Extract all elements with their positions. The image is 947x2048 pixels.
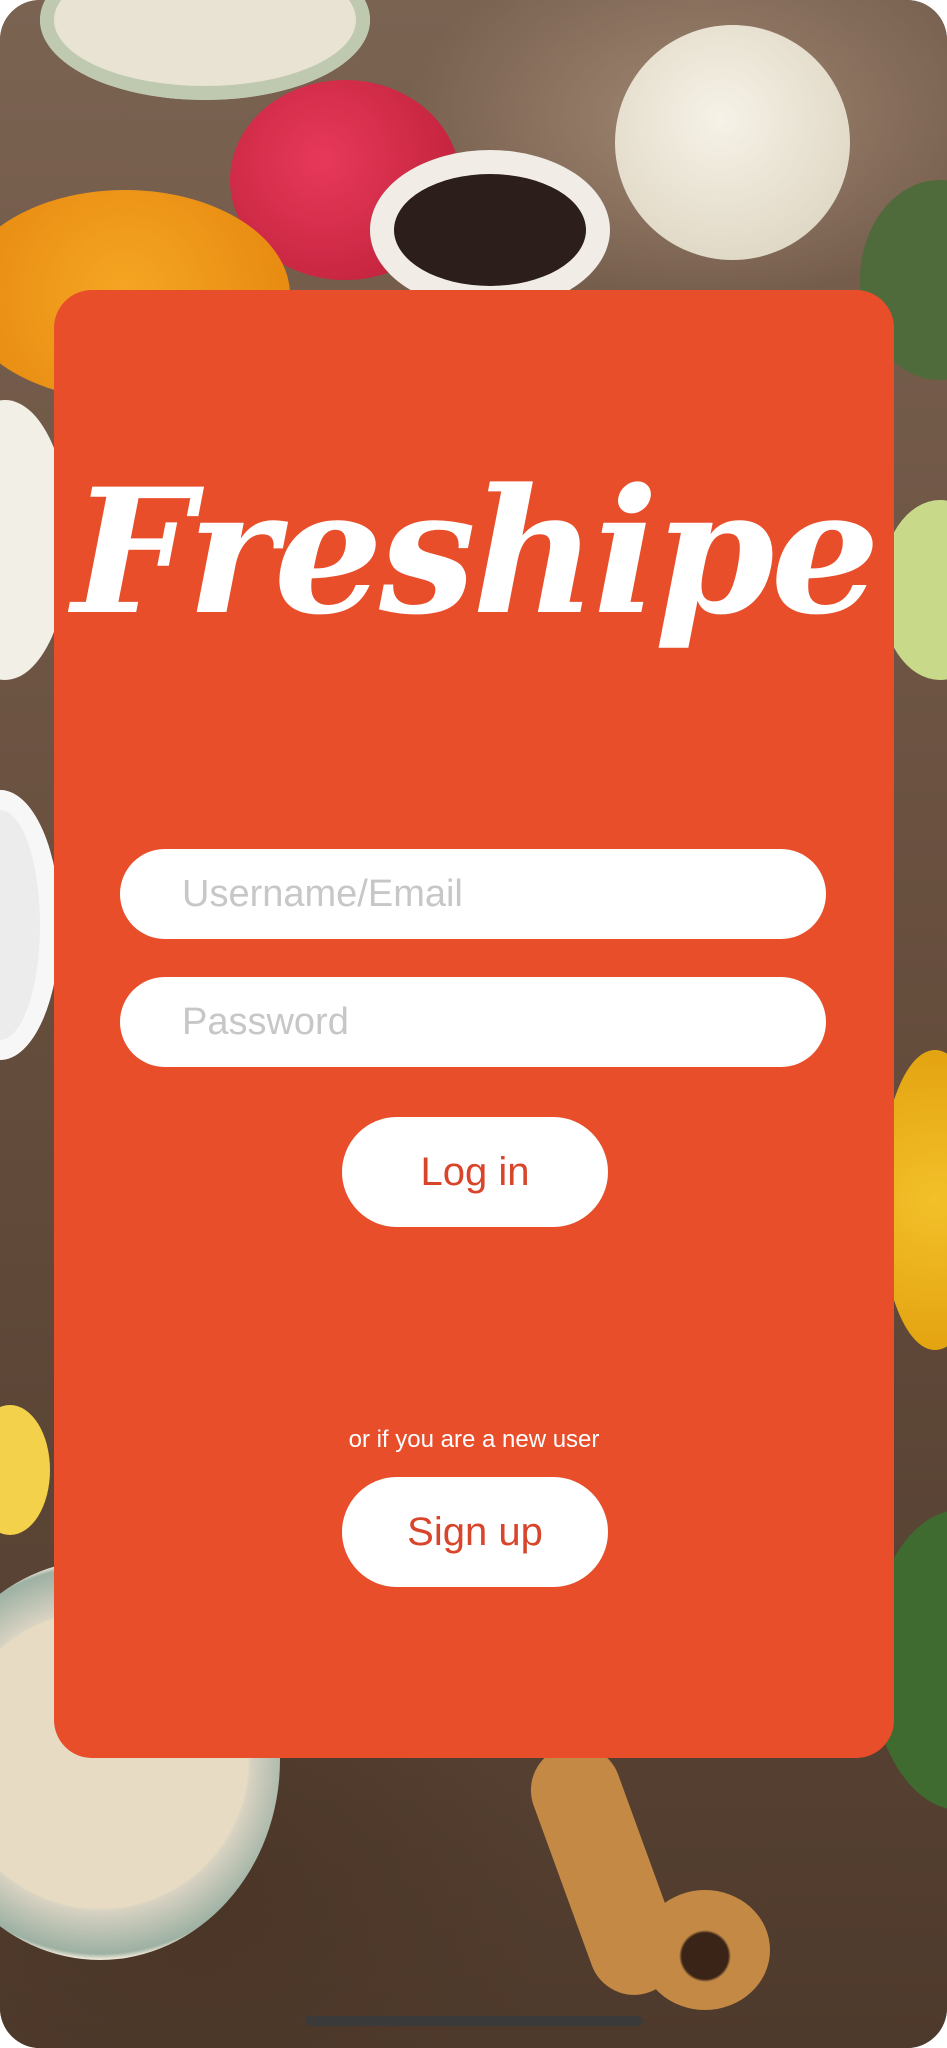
login-screen: Freshipe Log in or if you are a new user… xyxy=(0,0,947,2048)
login-card: Freshipe Log in or if you are a new user… xyxy=(54,290,894,1758)
password-input[interactable] xyxy=(180,999,826,1045)
home-indicator[interactable] xyxy=(305,2016,643,2026)
jam-bowl-decoration xyxy=(370,150,610,310)
app-logo: Freshipe xyxy=(71,450,880,653)
spoon-bowl-decoration xyxy=(640,1890,770,2010)
username-input[interactable] xyxy=(180,871,826,917)
username-field[interactable] xyxy=(120,849,826,939)
login-button[interactable]: Log in xyxy=(342,1117,608,1227)
password-field[interactable] xyxy=(120,977,826,1067)
pumpkin-decoration xyxy=(615,25,850,260)
new-user-prompt: or if you are a new user xyxy=(348,1426,600,1453)
signup-button[interactable]: Sign up xyxy=(342,1477,608,1587)
